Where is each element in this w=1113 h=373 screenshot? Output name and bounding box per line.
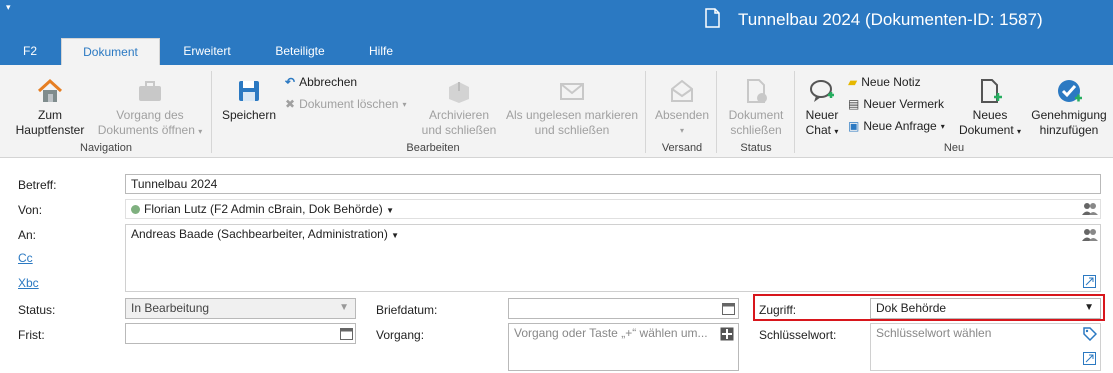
genehmigung-hinzufuegen-button[interactable]: Genehmigung hinzufügen (1028, 77, 1110, 138)
group-label-versand: Versand (661, 142, 703, 154)
schluesselwort-label: Schlüsselwort: (759, 328, 837, 342)
tab-f2[interactable]: F2 (14, 38, 46, 65)
dropdown-caret-icon: ▼ (391, 231, 400, 240)
case-picker-icon[interactable] (720, 327, 734, 341)
undo-icon: ↶ (285, 75, 296, 89)
chat-bubble-icon (810, 80, 834, 102)
ungelesen-markieren-button[interactable]: Als ungelesen markieren und schließen (504, 77, 640, 138)
dropdown-caret-icon: ▾ (1017, 127, 1022, 136)
dropdown-caret-icon: ▾ (402, 100, 407, 109)
calendar-icon[interactable] (340, 326, 353, 340)
schluesselwort-input[interactable]: Schlüsselwort wählen (870, 323, 1101, 371)
envelope-icon (560, 83, 584, 100)
dropdown-caret-icon: ▾ (198, 127, 203, 136)
group-label-navigation: Navigation (80, 142, 132, 154)
dropdown-arrow-icon: ▼ (339, 302, 349, 313)
tab-erweitert[interactable]: Erweitert (172, 38, 242, 65)
betreff-input[interactable]: Tunnelbau 2024 (125, 174, 1101, 194)
request-icon: ▣ (848, 119, 860, 133)
status-label: Status: (18, 303, 56, 317)
von-label: Von: (18, 203, 43, 217)
frist-date-input[interactable] (125, 323, 356, 344)
ribbon: Zum Hauptfenster Vorgang des Dokuments ö… (0, 65, 1113, 158)
new-document-icon (981, 79, 1002, 103)
zum-hauptfenster-button[interactable]: Zum Hauptfenster (10, 77, 90, 138)
home-icon (37, 78, 63, 102)
window-title: Tunnelbau 2024 (Dokumenten-ID: 1587) (738, 10, 1043, 29)
briefcase-icon (139, 81, 161, 101)
save-icon (239, 81, 259, 101)
an-field[interactable]: Andreas Baade (Sachbearbeiter, Administr… (125, 224, 1101, 292)
neuer-chat-button[interactable]: Neuer Chat ▾ (800, 77, 844, 139)
neues-dokument-button[interactable]: Neues Dokument ▾ (956, 77, 1024, 139)
bcc-link[interactable]: Xbc (18, 276, 39, 290)
status-select[interactable]: In Bearbeitung ▼ (125, 298, 356, 319)
dropdown-caret-icon: ▾ (679, 126, 684, 135)
archivieren-button[interactable]: Archivieren und schließen (416, 77, 502, 138)
dropdown-caret-icon: ▾ (834, 127, 839, 136)
betreff-label: Betreff: (18, 178, 57, 192)
absenden-button[interactable]: Absenden ▾ (650, 77, 714, 138)
group-label-status: Status (740, 142, 772, 154)
tab-dokument[interactable]: Dokument (61, 38, 160, 65)
abbrechen-button[interactable]: ↶ Abbrechen (285, 75, 357, 90)
vorgang-label: Vorgang: (376, 328, 425, 342)
presence-status-icon (131, 205, 140, 214)
group-label-neu: Neu (943, 142, 965, 154)
tab-beteiligte[interactable]: Beteiligte (266, 38, 334, 65)
an-label: An: (18, 228, 37, 242)
dropdown-caret-icon: ▼ (386, 206, 395, 215)
expand-icon[interactable] (1083, 275, 1096, 288)
group-separator (211, 71, 212, 153)
document-icon (705, 8, 720, 28)
expand-icon[interactable] (1083, 352, 1096, 365)
contacts-icon[interactable] (1082, 202, 1098, 216)
quick-access-menu-icon[interactable]: ▾ (6, 2, 11, 13)
briefdatum-date-input[interactable] (508, 298, 739, 319)
calendar-icon[interactable] (722, 301, 735, 315)
approval-check-icon (1058, 80, 1082, 102)
group-label-bearbeiten: Bearbeiten (406, 142, 460, 154)
frist-label: Frist: (18, 328, 45, 342)
vorgang-input[interactable]: Vorgang oder Taste „+“ wählen um... (508, 323, 739, 371)
neuer-vermerk-button[interactable]: ▤ Neuer Vermerk (848, 97, 944, 112)
speichern-button[interactable]: Speichern (218, 77, 280, 123)
archive-box-icon (449, 82, 469, 103)
group-separator (794, 71, 795, 153)
cc-link[interactable]: Cc (18, 251, 33, 265)
neue-notiz-button[interactable]: ▰ Neue Notiz (848, 75, 921, 90)
tag-icon[interactable] (1083, 327, 1097, 341)
tab-hilfe[interactable]: Hilfe (358, 38, 404, 65)
memo-icon: ▤ (848, 97, 860, 111)
von-field[interactable]: Florian Lutz (F2 Admin cBrain, Dok Behör… (125, 199, 1101, 219)
zugriff-highlight-box (753, 294, 1105, 321)
delete-x-icon: ✖ (285, 97, 296, 111)
dokument-loeschen-button[interactable]: ✖ Dokument löschen ▾ (285, 97, 406, 112)
contacts-icon[interactable] (1082, 228, 1098, 242)
document-check-icon (747, 79, 767, 103)
vorgang-oeffnen-button[interactable]: Vorgang des Dokuments öffnen ▾ (94, 77, 206, 139)
dropdown-caret-icon: ▾ (940, 122, 945, 131)
group-separator (716, 71, 717, 153)
note-icon: ▰ (848, 75, 858, 89)
group-separator (645, 71, 646, 153)
ribbon-tab-bar: F2 Dokument Erweitert Beteiligte Hilfe (0, 38, 1113, 65)
send-envelope-icon (671, 79, 693, 102)
neue-anfrage-button[interactable]: ▣ Neue Anfrage ▾ (848, 119, 945, 134)
dokument-schliessen-button[interactable]: Dokument schließen (722, 77, 790, 138)
title-bar: ▾ Tunnelbau 2024 (Dokumenten-ID: 1587) (0, 0, 1113, 38)
briefdatum-label: Briefdatum: (376, 303, 438, 317)
